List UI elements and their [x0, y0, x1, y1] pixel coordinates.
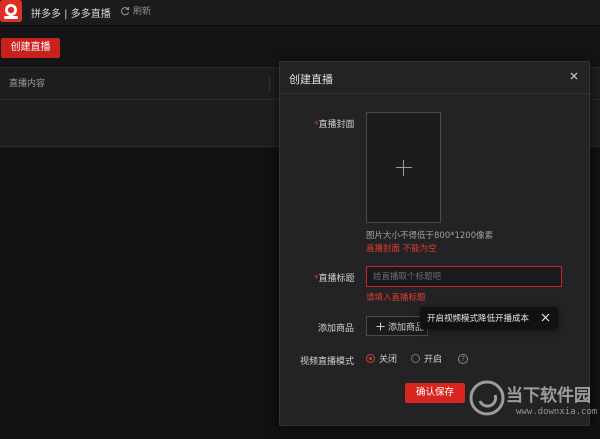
- watermark-brand: 当下软件园: [506, 386, 591, 406]
- add-goods-label: 添加商品: [318, 324, 355, 334]
- cover-label: *直播封面: [314, 120, 355, 130]
- add-goods-button[interactable]: 添加商品: [366, 316, 428, 336]
- refresh-label: 刷新: [133, 7, 152, 17]
- close-icon[interactable]: [541, 313, 550, 322]
- watermark-logo-icon: [469, 380, 505, 416]
- add-goods-button-label: 添加商品: [388, 322, 425, 333]
- radio-on-label[interactable]: 开启: [424, 352, 442, 365]
- plus-icon: [395, 159, 412, 176]
- refresh-button[interactable]: 刷新: [120, 4, 151, 17]
- create-live-dialog: 创建直播 *直播封面 图片大小不得低于800*1200像素 直播封面 不能为空 …: [279, 61, 590, 426]
- video-mode-label: 视频直播模式: [300, 357, 355, 367]
- cover-error: 直播封面 不能为空: [366, 244, 437, 254]
- radio-on[interactable]: [411, 354, 421, 363]
- plus-icon: [376, 322, 385, 330]
- video-mode-radio-group: 关闭 开启 ?: [366, 352, 469, 365]
- tooltip-text: 开启视频模式降低开播成本: [427, 314, 530, 324]
- radio-off-label[interactable]: 关闭: [379, 352, 397, 365]
- dialog-header: 创建直播: [280, 62, 589, 94]
- live-title-error: 请填入直播标题: [366, 293, 426, 303]
- watermark: 当下软件园 www.downxia.com: [466, 373, 600, 439]
- pinduoduo-logo-icon: [0, 0, 22, 22]
- refresh-icon: [121, 6, 130, 15]
- live-title-label: *直播标题: [314, 274, 355, 284]
- confirm-save-button[interactable]: 确认保存: [405, 383, 465, 403]
- dialog-title: 创建直播: [289, 73, 333, 86]
- create-live-button[interactable]: 创建直播: [1, 38, 60, 58]
- column-header-live-content: 直播内容: [0, 75, 270, 92]
- video-mode-tooltip: 开启视频模式降低开播成本: [420, 307, 558, 329]
- cover-hint: 图片大小不得低于800*1200像素: [366, 231, 494, 241]
- radio-off[interactable]: [366, 354, 375, 363]
- help-icon[interactable]: ?: [458, 353, 469, 364]
- close-icon[interactable]: [568, 70, 580, 82]
- top-bar: 拼多多 | 多多直播 刷新: [0, 0, 600, 26]
- live-title-input[interactable]: [366, 266, 562, 287]
- watermark-url: www.downxia.com: [516, 407, 598, 417]
- cover-upload-box[interactable]: [366, 112, 441, 223]
- app-title: 拼多多 | 多多直播: [31, 9, 111, 20]
